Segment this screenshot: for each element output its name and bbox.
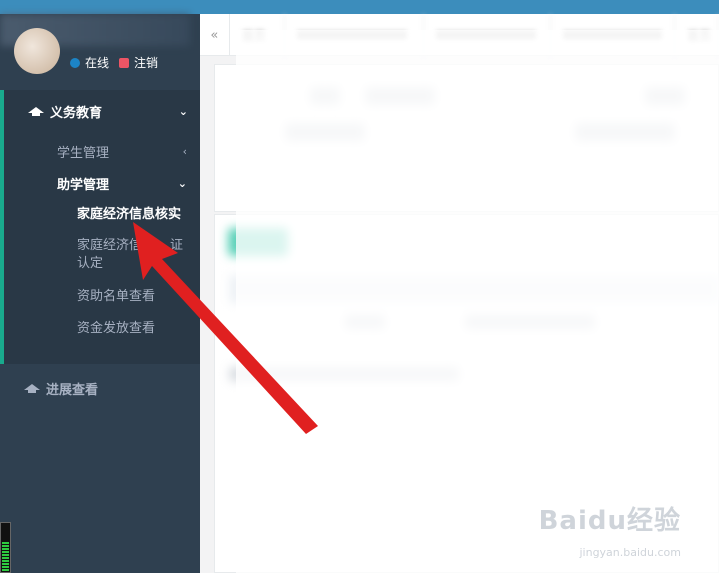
watermark-url: jingyan.baidu.com xyxy=(579,546,681,559)
level-meter-fill xyxy=(2,541,9,571)
nav-family-identify-tail: 证 xyxy=(170,238,184,253)
user-status: 在线 注销 xyxy=(70,54,158,71)
nav-aid-list[interactable]: 资助名单查看 xyxy=(77,288,192,306)
nav-student-management[interactable]: 学生管理 ‹ xyxy=(57,142,187,161)
graduation-cap-icon xyxy=(24,383,40,394)
nav-aid-label: 助学管理 xyxy=(57,178,110,193)
avatar[interactable] xyxy=(14,28,60,74)
nav-compulsory-education[interactable]: 义务教育 ⌄ xyxy=(28,102,188,121)
logout-link[interactable]: 注销 xyxy=(119,54,158,71)
watermark-logo: Baidu经验 xyxy=(538,506,681,536)
level-meter xyxy=(0,522,11,573)
nav-group-compulsory: 义务教育 ⌄ 学生管理 ‹ 助学管理 ⌄ 家庭经济信息核实 家庭经济信证 认定 … xyxy=(0,90,200,364)
nav-family-verify-label: 家庭经济信息核实 xyxy=(77,207,182,222)
nav-aid-management[interactable]: 助学管理 ⌄ xyxy=(57,174,187,193)
blur-overlay xyxy=(236,30,719,573)
main-content: « 首页 首页 Baidu经验 jingyan.baidu.com xyxy=(200,14,719,573)
nav-fund-release-label: 资金发放查看 xyxy=(77,321,156,336)
logout-icon xyxy=(119,57,130,68)
nav-progress[interactable]: 进展查看 xyxy=(24,379,98,398)
chevron-down-icon: ⌄ xyxy=(178,105,188,118)
online-dot-icon xyxy=(70,57,80,68)
nav-family-economy-identify[interactable]: 家庭经济信 证 认定 xyxy=(77,237,192,273)
chevron-down-icon: ⌄ xyxy=(177,177,187,190)
nav-fund-release[interactable]: 资金发放查看 xyxy=(77,320,192,338)
chevron-left-icon: ‹ xyxy=(182,145,187,158)
logout-label: 注销 xyxy=(134,56,159,70)
sidebar: 在线 注销 义务教育 ⌄ 学生管理 ‹ 助学管理 ⌄ 家庭经济信息核实 家庭经济… xyxy=(0,14,200,573)
nav-student-label: 学生管理 xyxy=(57,146,110,161)
nav-family-identify-label-2: 认定 xyxy=(77,256,104,271)
nav-family-economy-verify[interactable]: 家庭经济信息核实 xyxy=(77,206,192,224)
graduation-cap-icon xyxy=(28,106,44,117)
online-label: 在线 xyxy=(85,56,110,70)
collapse-sidebar-button[interactable]: « xyxy=(200,14,230,56)
nav-family-identify-label: 家庭经济信 xyxy=(77,238,143,253)
nav-progress-label: 进展查看 xyxy=(46,383,99,398)
nav-compulsory-label: 义务教育 xyxy=(50,106,103,121)
user-panel: 在线 注销 xyxy=(0,14,200,90)
top-bar xyxy=(0,0,719,14)
sidebar-nav: 义务教育 ⌄ 学生管理 ‹ 助学管理 ⌄ 家庭经济信息核实 家庭经济信证 认定 … xyxy=(0,90,200,364)
nav-aid-list-label: 资助名单查看 xyxy=(77,289,156,304)
